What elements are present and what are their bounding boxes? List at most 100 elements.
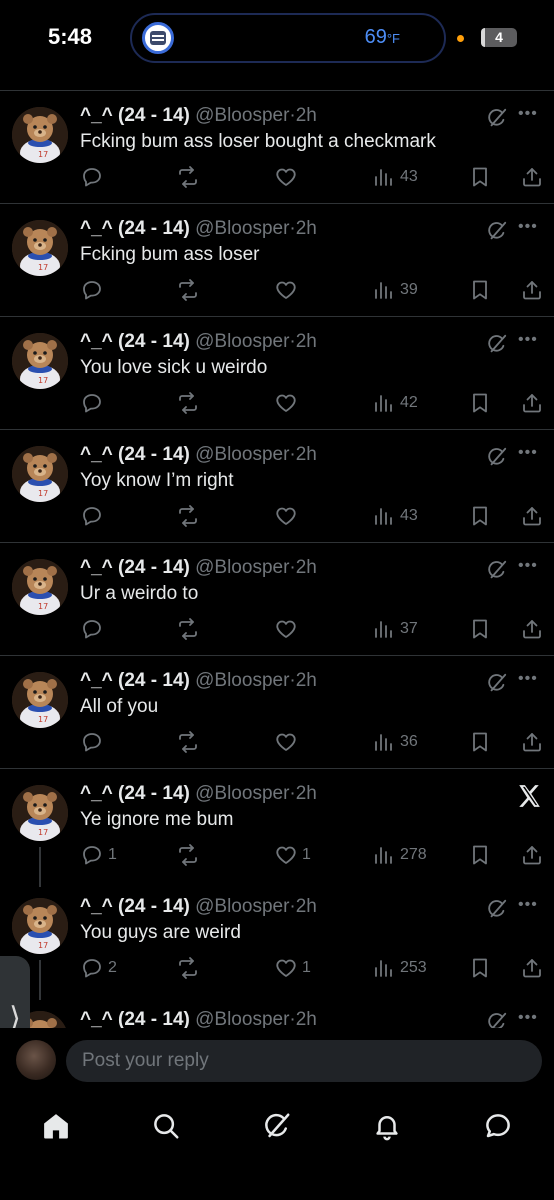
tweet[interactable]: 17 ^_^ (24 - 14) @Bloosper·2h Ur a weird… (0, 543, 554, 656)
tweet[interactable]: 17 ^_^ (24 - 14) @Bloosper·2h Fcking bum… (0, 91, 554, 204)
bookmark-button[interactable] (468, 841, 492, 869)
views-button[interactable]: 278 (372, 841, 427, 869)
more-options-icon[interactable]: ••• (518, 331, 542, 351)
repost-button[interactable] (176, 276, 200, 304)
repost-button[interactable] (176, 502, 200, 530)
grok-icon[interactable] (486, 220, 508, 242)
reply-button[interactable] (80, 163, 108, 191)
tweet[interactable]: 17 ^_^ (24 - 14) @Bloosper·2h ••• (0, 995, 554, 1028)
views-button[interactable]: 43 (372, 502, 418, 530)
views-button[interactable]: 37 (372, 615, 418, 643)
bookmark-button[interactable] (468, 615, 492, 643)
user-avatar[interactable] (16, 1040, 56, 1080)
display-name[interactable]: ^_^ (24 - 14) (80, 444, 190, 465)
grok-icon[interactable] (486, 898, 508, 920)
like-button[interactable] (274, 615, 302, 643)
avatar[interactable]: 17 (12, 898, 68, 954)
share-button[interactable] (520, 728, 544, 756)
avatar[interactable]: 17 (12, 672, 68, 728)
views-button[interactable]: 253 (372, 954, 427, 982)
views-button[interactable]: 36 (372, 728, 418, 756)
display-name[interactable]: ^_^ (24 - 14) (80, 218, 190, 239)
tweet[interactable]: 17 ^_^ (24 - 14) @Bloosper·2h Ye ignore … (0, 769, 554, 887)
avatar[interactable]: 17 (12, 333, 68, 389)
bookmark-button[interactable] (468, 389, 492, 417)
tweet[interactable]: 17 ^_^ (24 - 14) @Bloosper·2h You love s… (0, 317, 554, 430)
display-name[interactable]: ^_^ (24 - 14) (80, 557, 190, 578)
more-options-icon[interactable]: ••• (518, 105, 542, 125)
more-options-icon[interactable]: ••• (518, 218, 542, 238)
repost-button[interactable] (176, 163, 200, 191)
grok-icon[interactable] (486, 672, 508, 694)
timestamp[interactable]: 2h (296, 331, 317, 352)
username[interactable]: @Bloosper (195, 783, 289, 804)
reply-button[interactable] (80, 502, 108, 530)
reply-thread-feed[interactable]: 17 ^_^ (24 - 14) @Bloosper·2h Fcking bum… (0, 90, 554, 1028)
repost-button[interactable] (176, 954, 200, 982)
views-button[interactable]: 43 (372, 163, 418, 191)
grok-icon[interactable] (486, 559, 508, 581)
reply-button[interactable] (80, 389, 108, 417)
tab-search[interactable] (148, 1108, 184, 1144)
views-button[interactable]: 42 (372, 389, 418, 417)
display-name[interactable]: ^_^ (24 - 14) (80, 783, 190, 804)
username[interactable]: @Bloosper (195, 1009, 289, 1028)
share-button[interactable] (520, 389, 544, 417)
more-options-icon[interactable]: ••• (518, 896, 542, 916)
repost-button[interactable] (176, 841, 200, 869)
bookmark-button[interactable] (468, 502, 492, 530)
display-name[interactable]: ^_^ (24 - 14) (80, 331, 190, 352)
username[interactable]: @Bloosper (195, 896, 289, 917)
avatar[interactable]: 17 (12, 107, 68, 163)
reply-input[interactable] (66, 1040, 542, 1082)
display-name[interactable]: ^_^ (24 - 14) (80, 105, 190, 126)
tab-grok[interactable] (259, 1108, 295, 1144)
grok-icon[interactable] (486, 333, 508, 355)
tab-home[interactable] (38, 1108, 74, 1144)
more-options-icon[interactable]: ••• (518, 1009, 542, 1028)
display-name[interactable]: ^_^ (24 - 14) (80, 1009, 190, 1028)
repost-button[interactable] (176, 728, 200, 756)
repost-button[interactable] (176, 389, 200, 417)
timestamp[interactable]: 2h (296, 783, 317, 804)
tweet[interactable]: 17 ^_^ (24 - 14) @Bloosper·2h All of you (0, 656, 554, 769)
username[interactable]: @Bloosper (195, 218, 289, 239)
like-button[interactable] (274, 276, 302, 304)
reply-button[interactable] (80, 276, 108, 304)
reply-button[interactable] (80, 615, 108, 643)
reply-button[interactable]: 1 (80, 841, 117, 869)
bookmark-button[interactable] (468, 163, 492, 191)
grok-icon[interactable] (486, 446, 508, 468)
avatar[interactable]: 17 (12, 559, 68, 615)
username[interactable]: @Bloosper (195, 444, 289, 465)
share-button[interactable] (520, 841, 544, 869)
bookmark-button[interactable] (468, 276, 492, 304)
timestamp[interactable]: 2h (296, 1009, 317, 1028)
repost-button[interactable] (176, 615, 200, 643)
dynamic-island[interactable]: 69°F (130, 13, 446, 63)
timestamp[interactable]: 2h (296, 105, 317, 126)
like-button[interactable] (274, 502, 302, 530)
tweet[interactable]: 17 ^_^ (24 - 14) @Bloosper·2h Yoy know I… (0, 430, 554, 543)
timestamp[interactable]: 2h (296, 444, 317, 465)
views-button[interactable]: 39 (372, 276, 418, 304)
bookmark-button[interactable] (468, 728, 492, 756)
timestamp[interactable]: 2h (296, 557, 317, 578)
share-button[interactable] (520, 502, 544, 530)
share-button[interactable] (520, 163, 544, 191)
timestamp[interactable]: 2h (296, 218, 317, 239)
tweet[interactable]: 17 ^_^ (24 - 14) @Bloosper·2h Fcking bum… (0, 204, 554, 317)
tab-notifications[interactable] (369, 1108, 405, 1144)
more-options-icon[interactable]: ••• (518, 670, 542, 690)
like-button[interactable] (274, 728, 302, 756)
reply-button[interactable] (80, 728, 108, 756)
like-button[interactable]: 1 (274, 954, 311, 982)
avatar[interactable]: 17 (12, 220, 68, 276)
more-options-icon[interactable]: ••• (518, 557, 542, 577)
username[interactable]: @Bloosper (195, 670, 289, 691)
grok-icon[interactable] (486, 107, 508, 129)
display-name[interactable]: ^_^ (24 - 14) (80, 670, 190, 691)
display-name[interactable]: ^_^ (24 - 14) (80, 896, 190, 917)
timestamp[interactable]: 2h (296, 896, 317, 917)
like-button[interactable] (274, 389, 302, 417)
